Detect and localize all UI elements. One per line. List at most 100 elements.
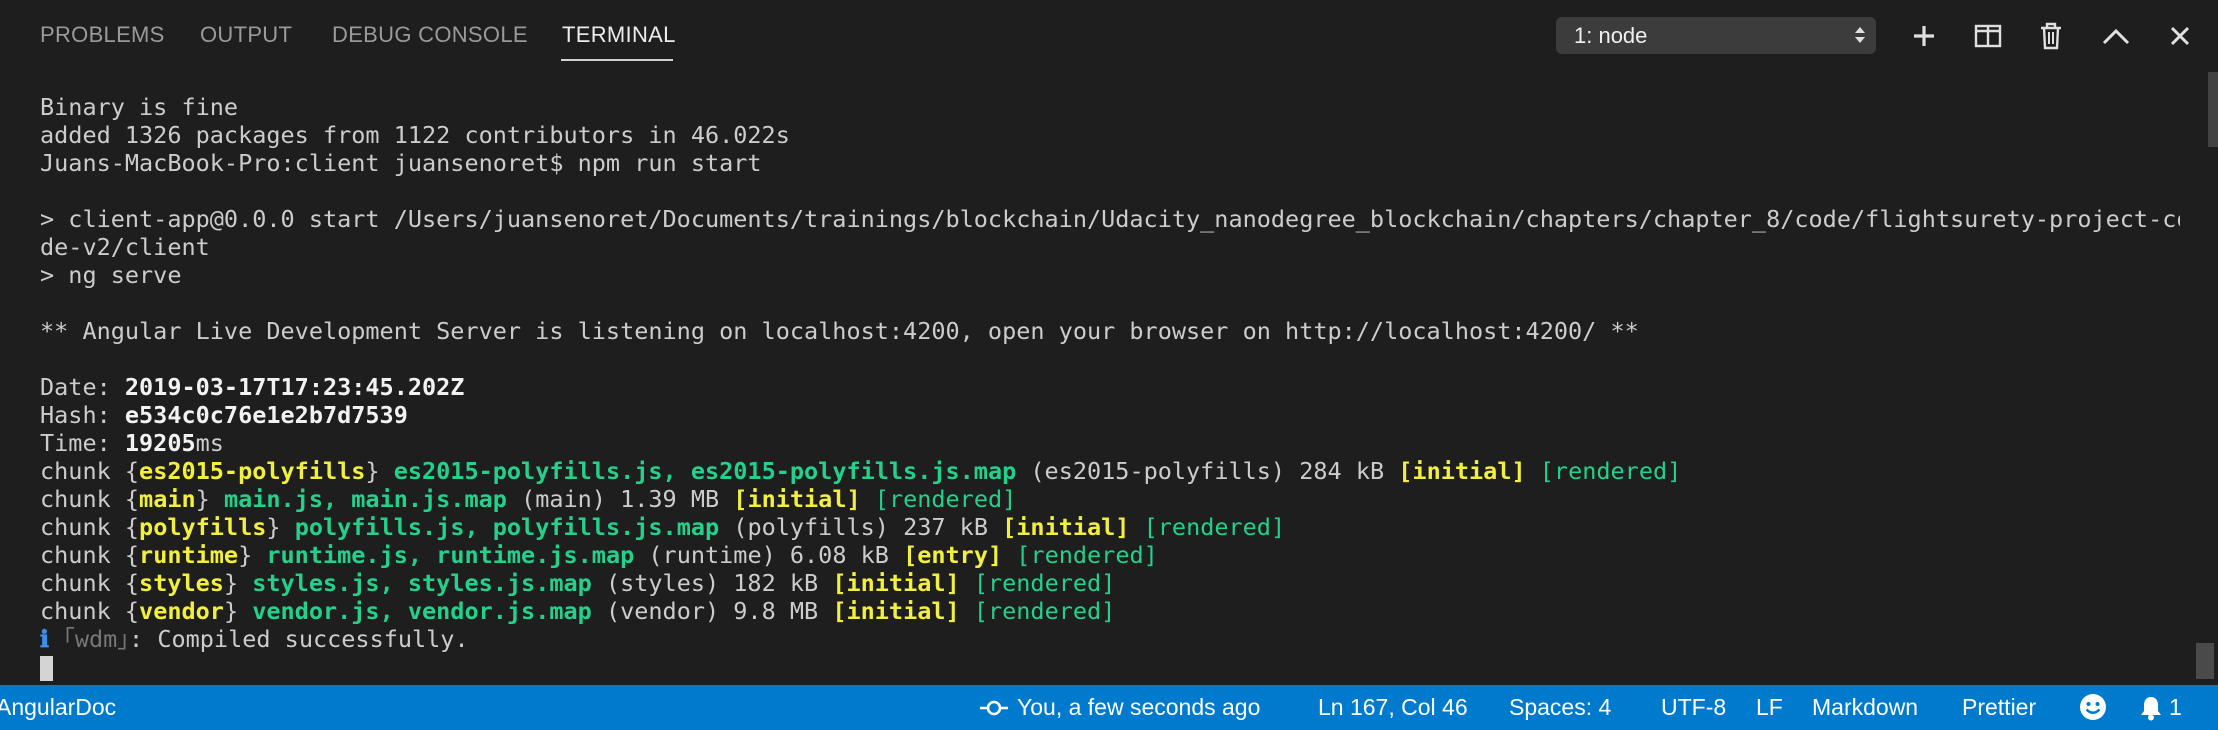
plus-icon[interactable]	[1906, 18, 1942, 54]
feedback-smiley-icon[interactable]	[2078, 692, 2108, 728]
git-commit-icon	[980, 700, 1008, 715]
terminal-line: de-v2/client	[40, 233, 210, 261]
chunk-size: (polyfills) 237 kB	[733, 513, 988, 541]
close-icon[interactable]	[2162, 18, 2198, 54]
terminal-cursor	[40, 655, 53, 681]
build-time-label: Time:	[40, 429, 125, 457]
chunk-size: (main) 1.39 MB	[521, 485, 720, 513]
chunk-line: chunk {polyfills} polyfills.js, polyfill…	[40, 513, 1286, 541]
chunk-line: chunk {es2015-polyfills} es2015-polyfill…	[40, 457, 1682, 485]
chunk-line: chunk {main} main.js, main.js.map (main)…	[40, 485, 1017, 513]
terminal-line: > client-app@0.0.0 start /Users/juanseno…	[40, 205, 2180, 233]
tab-problems[interactable]: PROBLEMS	[40, 22, 165, 48]
chunk-prefix: chunk	[40, 457, 125, 485]
chunk-name: styles	[139, 569, 224, 597]
build-hash: e534c0c76e1e2b7d7539	[124, 401, 408, 429]
chunk-prefix: chunk	[40, 541, 125, 569]
info-icon: ℹ	[40, 625, 49, 653]
build-hash-line: Hash: e534c0c76e1e2b7d7539	[40, 401, 2180, 429]
status-indentation[interactable]: Spaces: 4	[1509, 694, 1611, 721]
prompt-line	[40, 653, 2180, 681]
chunk-line: chunk {vendor} vendor.js, vendor.js.map …	[40, 597, 1116, 625]
status-bar: AngularDoc You, a few seconds ago Ln 167…	[0, 685, 2218, 730]
status-encoding[interactable]: UTF-8	[1661, 694, 1726, 721]
chunk-name: es2015-polyfills	[139, 457, 366, 485]
chunk-name: polyfills	[139, 513, 267, 541]
chunk-prefix: chunk	[40, 597, 125, 625]
chunk-files: polyfills.js, polyfills.js.map	[294, 513, 720, 541]
build-hash-label: Hash:	[40, 401, 125, 429]
wdm-tag: ｢wdm｣	[63, 625, 130, 653]
chunk-rendered: [rendered]	[973, 569, 1116, 597]
chunk-rendered: [rendered]	[1539, 457, 1682, 485]
chunk-flag: [initial]	[1002, 513, 1130, 541]
chunk-prefix: chunk	[40, 513, 125, 541]
chunk-flag: [initial]	[1398, 457, 1526, 485]
chunk-line: chunk {runtime} runtime.js, runtime.js.m…	[40, 541, 1158, 569]
build-date-label: Date:	[40, 373, 125, 401]
chunk-files: runtime.js, runtime.js.map	[266, 541, 635, 569]
status-git-blame[interactable]: You, a few seconds ago	[979, 694, 1260, 721]
terminal-line: ** Angular Live Development Server is li…	[40, 317, 1639, 345]
chunk-files: vendor.js, vendor.js.map	[252, 597, 592, 625]
terminal-select-value: 1: node	[1574, 23, 1648, 48]
build-time-unit: ms	[195, 429, 224, 457]
status-formatter[interactable]: Prettier	[1962, 694, 2036, 721]
chunk-files: es2015-polyfills.js, es2015-polyfills.js…	[393, 457, 1017, 485]
chunk-size: (es2015-polyfills) 284 kB	[1030, 457, 1385, 485]
chunk-flag: [initial]	[733, 485, 861, 513]
terminal-line: added 1326 packages from 1122 contributo…	[40, 121, 790, 149]
terminal-scrollbar-thumb[interactable]	[2196, 643, 2214, 679]
chunk-name: runtime	[139, 541, 239, 569]
chunk-rendered: [rendered]	[973, 597, 1116, 625]
chunk-prefix: chunk	[40, 485, 125, 513]
tab-debug-console[interactable]: DEBUG CONSOLE	[332, 22, 528, 48]
select-arrows-icon	[1855, 27, 1865, 43]
chunk-rendered: [rendered]	[1143, 513, 1286, 541]
chunk-rendered: [rendered]	[874, 485, 1017, 513]
notification-count: 1	[2169, 694, 2182, 720]
build-date: 2019-03-17T17:23:45.202Z	[124, 373, 465, 401]
status-language[interactable]: Markdown	[1812, 694, 1918, 721]
tab-output[interactable]: OUTPUT	[200, 22, 292, 48]
status-notifications[interactable]: 1	[2139, 694, 2182, 721]
chunk-size: (runtime) 6.08 kB	[648, 541, 889, 569]
terminal-line: > ng serve	[40, 261, 182, 289]
active-tab-indicator	[561, 59, 673, 61]
chunk-prefix: chunk	[40, 569, 125, 597]
chunk-line: chunk {styles} styles.js, styles.js.map …	[40, 569, 1116, 597]
terminal-line: Juans-MacBook-Pro:client juansenoret$ np…	[40, 149, 762, 177]
git-blame-text: You, a few seconds ago	[1017, 694, 1261, 720]
build-time-line: Time: 19205ms	[40, 429, 2180, 457]
trash-icon[interactable]	[2033, 18, 2069, 54]
build-date-line: Date: 2019-03-17T17:23:45.202Z	[40, 373, 2180, 401]
bell-icon	[2141, 696, 2161, 720]
status-angulardoc[interactable]: AngularDoc	[0, 694, 116, 721]
split-terminal-icon[interactable]	[1970, 18, 2006, 54]
tab-terminal[interactable]: TERMINAL	[562, 22, 676, 48]
chevron-up-icon[interactable]	[2098, 18, 2134, 54]
terminal-output[interactable]: Binary is fine added 1326 packages from …	[40, 93, 2180, 681]
chunk-flag: [entry]	[903, 541, 1003, 569]
chunk-rendered: [rendered]	[1016, 541, 1158, 569]
terminal-line: Binary is fine	[40, 93, 239, 121]
chunk-flag: [initial]	[832, 569, 960, 597]
chunk-flag: [initial]	[832, 597, 960, 625]
chunk-name: main	[139, 485, 196, 513]
chunk-name: vendor	[139, 597, 224, 625]
chunk-files: styles.js, styles.js.map	[252, 569, 592, 597]
chunk-files: main.js, main.js.map	[223, 485, 507, 513]
status-cursor-position[interactable]: Ln 167, Col 46	[1318, 694, 1468, 721]
chunk-size: (vendor) 9.8 MB	[605, 597, 819, 625]
chunk-size: (styles) 182 kB	[605, 569, 819, 597]
build-time: 19205	[124, 429, 196, 457]
status-eol[interactable]: LF	[1756, 694, 1783, 721]
wdm-message: : Compiled successfully.	[129, 625, 469, 653]
scrollbar-indicator[interactable]	[2208, 72, 2218, 147]
panel-header: PROBLEMS OUTPUT DEBUG CONSOLE TERMINAL 1…	[0, 0, 2218, 72]
wdm-line: ℹ ｢wdm｣: Compiled successfully.	[40, 625, 2180, 653]
terminal-select[interactable]: 1: node	[1556, 17, 1876, 54]
